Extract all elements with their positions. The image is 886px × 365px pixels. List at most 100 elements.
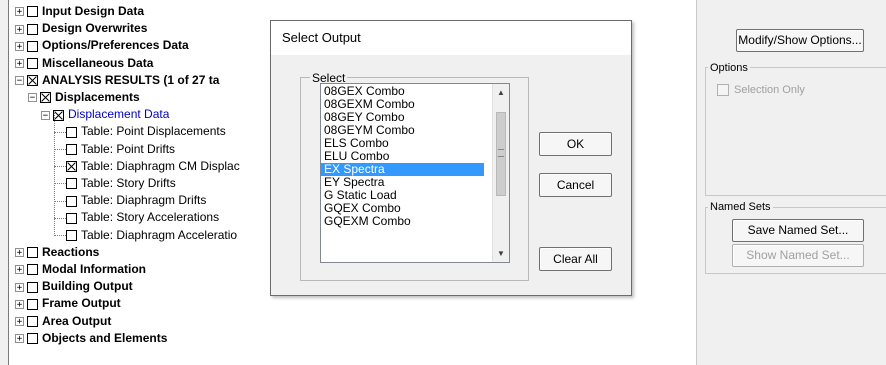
tree-item[interactable]: Table: Diaphragm CM Displac <box>54 158 240 175</box>
tree-item[interactable]: + Options/Preferences Data <box>15 37 189 54</box>
tree-checkbox[interactable] <box>66 178 77 190</box>
collapse-icon[interactable]: − <box>28 93 37 103</box>
cancel-button[interactable]: Cancel <box>539 173 612 197</box>
tree-item[interactable]: + Frame Output <box>15 295 121 312</box>
tree-checkbox[interactable] <box>66 126 77 138</box>
tree-checkbox[interactable] <box>66 195 77 207</box>
listbox-scrollbar[interactable]: ▲ ▼ <box>492 84 509 262</box>
tree-connector <box>54 131 66 133</box>
tree-item-label: Input Design Data <box>42 4 145 18</box>
tree-item[interactable]: + Objects and Elements <box>15 330 167 347</box>
load-case-option[interactable]: GQEXM Combo <box>321 215 484 228</box>
tree-item-label: Displacements <box>55 90 140 104</box>
tree-item-label: Miscellaneous Data <box>42 55 154 70</box>
right-options-panel: Modify/Show Options... Options Selection… <box>696 0 886 365</box>
tree-checkbox[interactable] <box>27 75 38 87</box>
collapse-icon[interactable]: − <box>41 110 50 120</box>
tree-item-label: Frame Output <box>42 296 121 311</box>
tree-checkbox[interactable] <box>27 6 38 18</box>
tree-item-label: Table: Diaphragm Acceleratio <box>81 227 238 242</box>
selection-only-label: Selection Only <box>734 84 805 96</box>
tree-item[interactable]: Table: Point Displacements <box>54 123 226 140</box>
tree-connector <box>54 183 66 185</box>
clear-all-button[interactable]: Clear All <box>539 247 612 271</box>
tree-checkbox[interactable] <box>27 333 38 345</box>
tree-item[interactable]: − Displacements <box>28 89 140 106</box>
save-named-set-button[interactable]: Save Named Set... <box>732 219 864 242</box>
tree-checkbox[interactable] <box>27 264 38 276</box>
tree-item[interactable]: − ANALYSIS RESULTS (1 of 27 ta <box>15 72 219 89</box>
tree-item-label: Reactions <box>42 244 100 259</box>
select-output-dialog: Select Output Select 08GEX Combo 08GEXM C… <box>270 20 632 296</box>
tree-item[interactable]: Table: Diaphragm Acceleratio <box>54 227 237 244</box>
load-case-listbox[interactable]: 08GEX Combo 08GEXM Combo 08GEY Combo 08GEYM… <box>320 83 510 263</box>
tree-item-label: Area Output <box>42 313 112 328</box>
tree-item[interactable]: Table: Point Drifts <box>54 141 175 158</box>
tree-item[interactable]: + Reactions <box>15 244 99 261</box>
tree-item-label: Displacement Data <box>68 107 170 122</box>
tree-item[interactable]: Table: Story Accelerations <box>54 209 219 226</box>
tree-item[interactable]: + Area Output <box>15 313 111 330</box>
tree-checkbox[interactable] <box>66 229 77 241</box>
tree-checkbox[interactable] <box>66 212 77 224</box>
scroll-thumb[interactable] <box>496 112 506 196</box>
tree-item[interactable]: + Modal Information <box>15 261 146 278</box>
expand-icon[interactable]: + <box>15 24 24 34</box>
dialog-title: Select Output <box>271 21 631 55</box>
options-legend: Options <box>708 62 750 75</box>
collapse-icon[interactable]: − <box>15 76 24 86</box>
scroll-down-arrow-icon[interactable]: ▼ <box>493 245 509 262</box>
expand-icon[interactable]: + <box>15 248 24 258</box>
show-named-set-button[interactable]: Show Named Set... <box>732 244 864 267</box>
tree-checkbox[interactable] <box>66 143 77 155</box>
tree-connector <box>54 166 66 168</box>
named-sets-legend: Named Sets <box>708 201 773 214</box>
tree-item[interactable]: Table: Diaphragm Drifts <box>54 192 206 209</box>
tree-item-label: ANALYSIS RESULTS (1 of 27 ta <box>42 72 220 87</box>
expand-icon[interactable]: + <box>15 265 24 275</box>
expand-icon[interactable]: + <box>15 58 24 68</box>
tree-item-label: Objects and Elements <box>42 330 168 345</box>
tree-checkbox[interactable] <box>27 247 38 259</box>
tree-item-label: Design Overwrites <box>42 21 148 36</box>
tree-item[interactable]: Table: Story Drifts <box>54 175 176 192</box>
tree-guide-line <box>54 113 55 236</box>
tree-item-label: Modal Information <box>42 262 146 276</box>
expand-icon[interactable]: + <box>15 282 24 292</box>
ok-button[interactable]: OK <box>539 132 612 156</box>
tree-item-label: Table: Diaphragm Drifts <box>81 193 207 208</box>
tree-item-label: Table: Point Displacements <box>81 124 226 139</box>
tree-checkbox[interactable] <box>40 92 51 104</box>
tree-item[interactable]: + Design Overwrites <box>15 20 147 37</box>
modify-show-options-button[interactable]: Modify/Show Options... <box>736 29 864 52</box>
tree-checkbox[interactable] <box>27 40 38 52</box>
tree-item[interactable]: + Building Output <box>15 278 133 295</box>
expand-icon[interactable]: + <box>15 316 24 326</box>
expand-icon[interactable]: + <box>15 299 24 309</box>
expand-icon[interactable]: + <box>15 334 24 344</box>
tree-connector <box>54 200 66 202</box>
tree-item-label: Table: Diaphragm CM Displac <box>81 158 240 173</box>
tree-checkbox[interactable] <box>27 57 38 69</box>
tree-checkbox[interactable] <box>27 298 38 310</box>
tree-item[interactable]: + Miscellaneous Data <box>15 55 153 72</box>
tree-item[interactable]: + Input Design Data <box>15 3 144 20</box>
tree-checkbox[interactable] <box>27 23 38 35</box>
tree-item-label: Building Output <box>42 279 133 294</box>
tree-checkbox[interactable] <box>27 281 38 293</box>
tree-connector <box>54 234 66 236</box>
expand-icon[interactable]: + <box>15 41 24 51</box>
scroll-up-arrow-icon[interactable]: ▲ <box>493 84 509 101</box>
tree-item-label: Table: Story Drifts <box>81 176 176 190</box>
expand-icon[interactable]: + <box>15 7 24 17</box>
tree-connector <box>54 217 66 219</box>
tree-item-label: Table: Point Drifts <box>81 141 176 156</box>
scroll-thumb-grip-icon <box>498 149 504 157</box>
selection-only-checkbox[interactable]: Selection Only <box>717 83 805 97</box>
tree-checkbox[interactable] <box>66 161 77 173</box>
tree-item-label: Table: Story Accelerations <box>81 210 220 225</box>
tree-checkbox[interactable] <box>27 315 38 327</box>
selection-only-box <box>717 84 729 97</box>
tree-item-label: Options/Preferences Data <box>42 38 189 53</box>
tree-item[interactable]: − Displacement Data <box>41 106 169 123</box>
